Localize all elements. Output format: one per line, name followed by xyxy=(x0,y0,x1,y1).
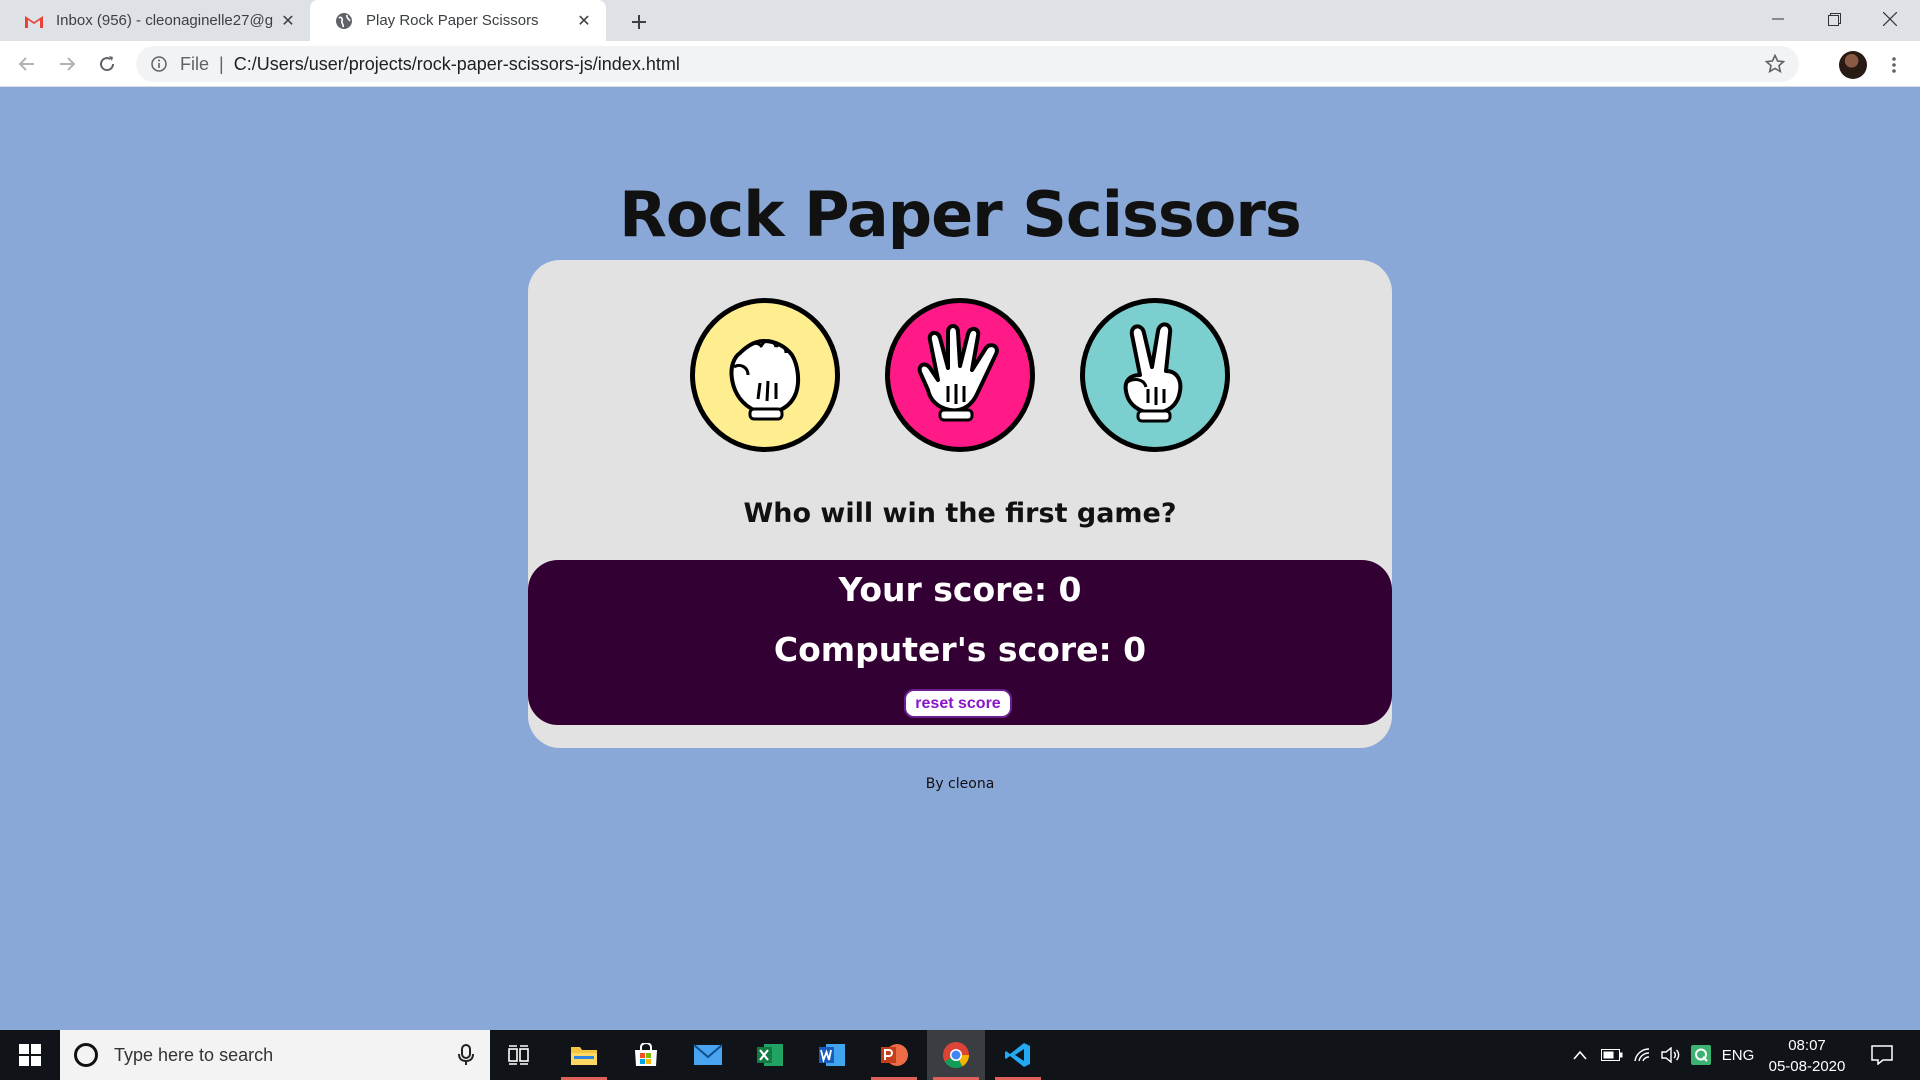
word-icon xyxy=(819,1044,845,1066)
new-tab-button[interactable] xyxy=(625,8,653,36)
clock-date: 05-08-2020 xyxy=(1768,1058,1846,1075)
url-scheme: File xyxy=(180,53,210,74)
rock-choice-button[interactable] xyxy=(690,298,840,452)
cortana-icon xyxy=(74,1043,98,1067)
microphone-icon[interactable] xyxy=(456,1044,476,1066)
store-bag-icon xyxy=(635,1043,657,1066)
more-vert-icon xyxy=(1892,57,1896,73)
clock[interactable]: 08:07 05-08-2020 xyxy=(1758,1035,1856,1077)
back-button[interactable] xyxy=(12,49,42,79)
vscode-button[interactable] xyxy=(989,1030,1047,1080)
mail-envelope-icon xyxy=(693,1044,723,1065)
tab-inbox[interactable]: Inbox (956) - cleonaginelle27@g ✕ xyxy=(0,0,310,41)
address-bar[interactable]: File | C:/Users/user/projects/rock-paper… xyxy=(136,46,1799,82)
reload-icon xyxy=(100,56,115,72)
result-message: Who will win the first game? xyxy=(743,498,1177,529)
chrome-button[interactable] xyxy=(927,1030,985,1080)
task-view-button[interactable] xyxy=(490,1030,548,1080)
store-button[interactable] xyxy=(617,1030,675,1080)
tray-app-button[interactable] xyxy=(1688,1030,1714,1080)
url-text: C:/Users/user/projects/rock-paper-scisso… xyxy=(233,53,680,74)
info-icon[interactable] xyxy=(150,55,168,73)
forward-arrow-icon xyxy=(60,57,76,71)
close-tab-icon[interactable]: ✕ xyxy=(278,11,298,31)
close-icon xyxy=(1883,12,1897,26)
minimize-icon xyxy=(1772,18,1784,20)
tab-title: Play Rock Paper Scissors xyxy=(366,12,539,29)
close-window-button[interactable] xyxy=(1862,0,1918,38)
globe-icon xyxy=(334,11,354,31)
task-view-icon xyxy=(508,1045,529,1065)
scoreboard: Your score: 0 Computer's score: 0 reset … xyxy=(528,560,1392,725)
player-score: Your score: 0 xyxy=(838,570,1082,609)
reset-score-button[interactable]: reset score xyxy=(904,689,1012,718)
chrome-icon xyxy=(943,1042,970,1069)
q-app-icon xyxy=(1691,1045,1711,1065)
bookmark-star-icon[interactable] xyxy=(1765,54,1785,74)
taskbar: Type here to search ENG 08:07 05-08-2020 xyxy=(0,1030,1920,1080)
restore-button[interactable] xyxy=(1806,0,1862,38)
show-hidden-icons-button[interactable] xyxy=(1568,1030,1592,1080)
gmail-icon xyxy=(24,11,44,31)
page-title: Rock Paper Scissors xyxy=(619,178,1302,251)
action-center-button[interactable] xyxy=(1862,1030,1902,1080)
folder-icon xyxy=(571,1047,597,1065)
excel-button[interactable] xyxy=(741,1030,799,1080)
scissors-choice-button[interactable] xyxy=(1080,298,1230,452)
close-tab-icon[interactable]: ✕ xyxy=(574,11,594,31)
forward-button[interactable] xyxy=(52,49,82,79)
search-placeholder: Type here to search xyxy=(114,1044,274,1065)
url-separator: | xyxy=(219,53,224,74)
notification-icon xyxy=(1871,1045,1893,1065)
chevron-up-icon xyxy=(1573,1050,1587,1060)
game-card: Who will win the first game? Your score:… xyxy=(528,260,1392,748)
tab-game[interactable]: Play Rock Paper Scissors ✕ xyxy=(310,0,606,41)
clock-time: 08:07 xyxy=(1788,1037,1826,1054)
file-explorer-button[interactable] xyxy=(555,1030,613,1080)
speaker-icon xyxy=(1661,1047,1680,1063)
tab-strip: Inbox (956) - cleonaginelle27@g ✕ Play R… xyxy=(0,0,1920,41)
computer-score: Computer's score: 0 xyxy=(773,630,1147,669)
vscode-icon xyxy=(1005,1043,1030,1067)
browser-menu-button[interactable] xyxy=(1880,51,1908,79)
battery-indicator[interactable] xyxy=(1598,1030,1626,1080)
powerpoint-button[interactable] xyxy=(865,1030,923,1080)
open-hand-icon xyxy=(917,324,999,422)
taskbar-search-box[interactable]: Type here to search xyxy=(60,1030,490,1080)
fist-icon xyxy=(729,338,801,421)
word-button[interactable] xyxy=(803,1030,861,1080)
web-page: Rock Paper Scissors Who will win the fir… xyxy=(0,88,1920,1030)
wifi-indicator[interactable] xyxy=(1630,1030,1656,1080)
mail-button[interactable] xyxy=(679,1030,737,1080)
reload-button[interactable] xyxy=(92,49,122,79)
restore-icon xyxy=(1827,12,1841,26)
back-arrow-icon xyxy=(18,57,34,71)
wifi-icon xyxy=(1634,1048,1650,1062)
author-byline: By cleona xyxy=(925,776,995,792)
windows-logo-icon xyxy=(19,1044,41,1066)
paper-choice-button[interactable] xyxy=(885,298,1035,452)
peace-hand-icon xyxy=(1123,322,1183,423)
input-language[interactable]: ENG xyxy=(1718,1030,1758,1080)
tab-title: Inbox (956) - cleonaginelle27@g xyxy=(56,12,274,29)
volume-indicator[interactable] xyxy=(1658,1030,1684,1080)
battery-icon xyxy=(1601,1049,1623,1061)
powerpoint-icon xyxy=(881,1044,908,1066)
start-button[interactable] xyxy=(0,1030,60,1080)
minimize-button[interactable] xyxy=(1750,0,1806,38)
excel-icon xyxy=(757,1044,783,1066)
profile-avatar[interactable] xyxy=(1839,51,1867,79)
browser-toolbar: File | C:/Users/user/projects/rock-paper… xyxy=(0,41,1920,87)
plus-icon xyxy=(632,15,646,29)
